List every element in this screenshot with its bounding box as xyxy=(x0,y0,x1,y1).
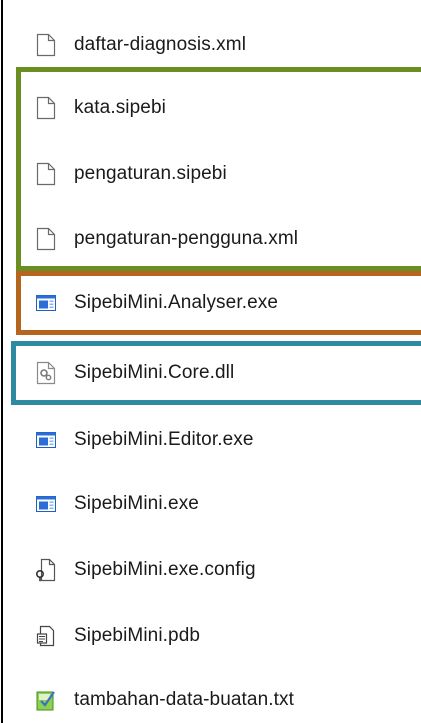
file-item[interactable]: pengaturan-pengguna.xml xyxy=(36,220,298,258)
config-file-icon xyxy=(36,558,56,582)
dll-gear-icon xyxy=(36,361,56,385)
file-item[interactable]: pengaturan.sipebi xyxy=(36,155,227,193)
file-name: pengaturan-pengguna.xml xyxy=(74,228,299,249)
file-name: SipebiMini.Core.dll xyxy=(74,362,235,383)
blank-file-icon xyxy=(36,227,56,251)
notepad-file-icon xyxy=(36,688,56,712)
exe-window-icon xyxy=(36,492,56,516)
file-name: kata.sipebi xyxy=(74,97,166,118)
pdb-file-icon xyxy=(36,624,56,648)
exe-window-icon xyxy=(36,428,56,452)
file-item[interactable]: SipebiMini.pdb xyxy=(36,617,200,655)
file-item[interactable]: kata.sipebi xyxy=(36,89,166,127)
file-item[interactable]: SipebiMini.exe.config xyxy=(36,551,256,589)
file-item[interactable]: SipebiMini.Core.dll xyxy=(36,354,234,392)
file-item[interactable]: tambahan-data-buatan.txt xyxy=(36,681,294,719)
file-name: SipebiMini.exe.config xyxy=(74,559,256,580)
file-name: pengaturan.sipebi xyxy=(74,163,227,184)
file-name: SipebiMini.exe xyxy=(74,493,199,514)
file-name: daftar-diagnosis.xml xyxy=(74,34,247,55)
exe-window-icon xyxy=(36,291,56,315)
file-item[interactable]: daftar-diagnosis.xml xyxy=(36,26,246,64)
file-name: SipebiMini.Analyser.exe xyxy=(74,292,279,313)
blank-file-icon xyxy=(36,162,56,186)
file-name: SipebiMini.Editor.exe xyxy=(74,429,254,450)
blank-file-icon xyxy=(36,33,56,57)
file-list: daftar-diagnosis.xml kata.sipebi pengatu… xyxy=(0,0,421,723)
file-name: tambahan-data-buatan.txt xyxy=(74,689,294,710)
file-name: SipebiMini.pdb xyxy=(74,625,201,646)
file-item[interactable]: SipebiMini.exe xyxy=(36,485,199,523)
file-item[interactable]: SipebiMini.Analyser.exe xyxy=(36,284,278,322)
file-item[interactable]: SipebiMini.Editor.exe xyxy=(36,421,254,459)
pane-border xyxy=(1,0,3,723)
blank-file-icon xyxy=(36,96,56,120)
